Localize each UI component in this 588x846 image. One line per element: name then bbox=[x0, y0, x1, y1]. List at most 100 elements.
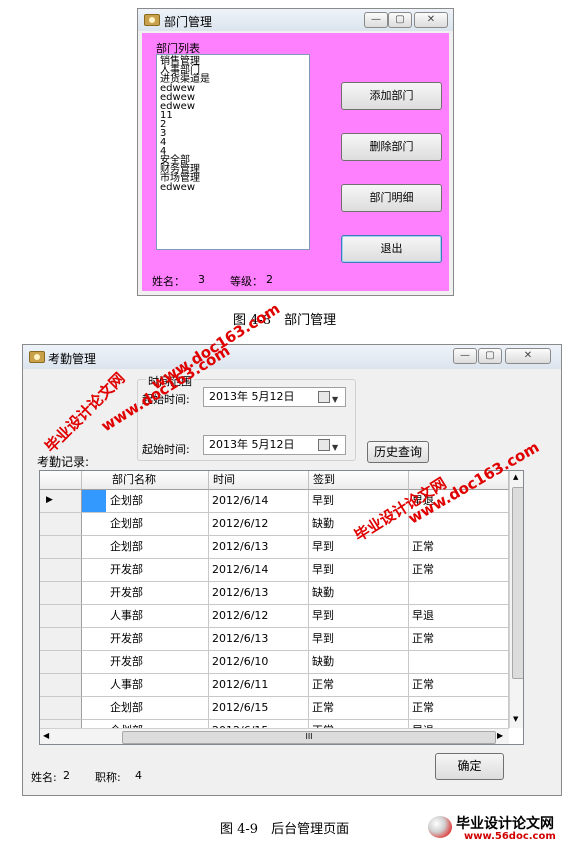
table-cell-checkout[interactable]: 正常 bbox=[409, 628, 509, 651]
table-cell-dept[interactable]: 企划部 bbox=[82, 513, 209, 536]
list-item[interactable]: 4 bbox=[160, 138, 306, 148]
footer-logo: 毕业设计论文网 www.56doc.com bbox=[424, 812, 584, 844]
minimize-button[interactable]: — bbox=[453, 348, 477, 364]
minimize-button[interactable]: — bbox=[364, 12, 388, 28]
close-button[interactable]: ✕ bbox=[414, 12, 448, 28]
ok-button[interactable]: 确定 bbox=[435, 753, 504, 780]
row-header[interactable] bbox=[40, 697, 82, 720]
scroll-left-arrow-icon[interactable]: ◀ bbox=[43, 731, 49, 740]
chevron-down-icon[interactable]: ▼ bbox=[332, 439, 338, 457]
column-header-time[interactable]: 时间 bbox=[209, 471, 309, 490]
dept-titlebar: 部门管理 — ▢ ✕ bbox=[138, 9, 453, 31]
h-scroll-grip: III bbox=[305, 732, 313, 741]
h-scroll-thumb[interactable]: III bbox=[122, 731, 496, 744]
row-header[interactable] bbox=[40, 605, 82, 628]
scroll-down-arrow-icon[interactable]: ▼ bbox=[513, 715, 518, 723]
table-cell-checkin[interactable]: 缺勤 bbox=[309, 582, 409, 605]
table-cell-dept[interactable]: 人事部 bbox=[82, 674, 209, 697]
table-cell-time[interactable]: 2012/6/13 bbox=[209, 536, 309, 559]
table-cell-checkin[interactable]: 缺勤 bbox=[309, 651, 409, 674]
table-cell-checkout[interactable] bbox=[409, 651, 509, 674]
row-header[interactable]: ▶ bbox=[40, 490, 82, 513]
scroll-up-arrow-icon[interactable]: ▲ bbox=[513, 473, 518, 481]
table-cell-checkin[interactable]: 正常 bbox=[309, 674, 409, 697]
row-header[interactable] bbox=[40, 559, 82, 582]
start-time-label-2: 起始时间: bbox=[142, 443, 190, 456]
current-row-arrow-icon: ▶ bbox=[46, 495, 53, 505]
table-cell-checkout[interactable]: 正常 bbox=[409, 536, 509, 559]
table-cell-checkin[interactable]: 早到 bbox=[309, 628, 409, 651]
table-cell-checkout[interactable]: 早退 bbox=[409, 605, 509, 628]
close-button[interactable]: ✕ bbox=[505, 348, 551, 364]
row-header[interactable] bbox=[40, 513, 82, 536]
dept-window: 部门管理 — ▢ ✕ 部门列表 销售管理 人事部门 进货渠道是 edwew ed… bbox=[137, 8, 454, 296]
table-cell-dept[interactable]: 开发部 bbox=[82, 582, 209, 605]
table-cell-time[interactable]: 2012/6/10 bbox=[209, 651, 309, 674]
list-item[interactable]: 11 bbox=[160, 111, 306, 121]
table-cell-dept[interactable]: 人事部 bbox=[82, 605, 209, 628]
table-cell-checkin[interactable]: 早到 bbox=[309, 605, 409, 628]
table-cell-dept[interactable]: 开发部 bbox=[82, 628, 209, 651]
table-cell-time[interactable]: 2012/6/12 bbox=[209, 605, 309, 628]
attendance-grid[interactable]: 部门名称 时间 签到 ▶ 企划部 2012/6/14 早到 早退 企划部 2012/6/12… bbox=[39, 470, 524, 745]
row-header-corner bbox=[40, 471, 82, 490]
level-label: 等级： bbox=[230, 275, 263, 288]
row-header[interactable] bbox=[40, 582, 82, 605]
table-cell-time[interactable]: 2012/6/15 bbox=[209, 697, 309, 720]
start-date-value-1: 2013年 5月12日 bbox=[209, 390, 295, 403]
scroll-right-arrow-icon[interactable]: ▶ bbox=[497, 731, 503, 740]
vertical-scrollbar[interactable]: ▲ ▼ bbox=[509, 471, 523, 728]
add-dept-button[interactable]: 添加部门 bbox=[341, 82, 442, 110]
attendance-titlebar: 考勤管理 — ▢ ✕ bbox=[23, 345, 561, 369]
horizontal-scrollbar[interactable]: ◀ III ▶ bbox=[40, 728, 509, 744]
row-header[interactable] bbox=[40, 674, 82, 697]
dept-detail-button[interactable]: 部门明细 bbox=[341, 184, 442, 212]
table-cell-dept[interactable]: 企划部 bbox=[82, 490, 209, 513]
table-cell-checkout[interactable]: 正常 bbox=[409, 559, 509, 582]
dept-listbox[interactable]: 销售管理 人事部门 进货渠道是 edwew edwew edwew 11 2 3… bbox=[156, 54, 310, 250]
history-query-button[interactable]: 历史查询 bbox=[367, 441, 429, 463]
table-cell-checkout[interactable]: 正常 bbox=[409, 697, 509, 720]
attendance-window-title: 考勤管理 bbox=[48, 352, 97, 366]
exit-button[interactable]: 退出 bbox=[341, 235, 442, 263]
start-date-picker-2[interactable]: 2013年 5月12日 ▼ bbox=[203, 435, 346, 455]
calendar-icon[interactable] bbox=[318, 391, 330, 403]
row-header[interactable] bbox=[40, 651, 82, 674]
table-cell-dept[interactable]: 开发部 bbox=[82, 651, 209, 674]
maximize-button[interactable]: ▢ bbox=[388, 12, 412, 28]
list-item[interactable]: 3 bbox=[160, 129, 306, 139]
table-cell-checkin[interactable]: 正常 bbox=[309, 697, 409, 720]
table-cell-time[interactable]: 2012/6/14 bbox=[209, 490, 309, 513]
table-cell-dept[interactable]: 企划部 bbox=[82, 536, 209, 559]
scroll-thumb[interactable] bbox=[512, 487, 523, 679]
delete-dept-button[interactable]: 删除部门 bbox=[341, 133, 442, 161]
column-header-checkin[interactable]: 签到 bbox=[309, 471, 409, 490]
table-cell-checkout[interactable]: 正常 bbox=[409, 674, 509, 697]
list-item[interactable]: edwew bbox=[160, 102, 306, 112]
table-cell-time[interactable]: 2012/6/13 bbox=[209, 582, 309, 605]
chevron-down-icon[interactable]: ▼ bbox=[332, 391, 338, 409]
table-cell-dept[interactable]: 企划部 bbox=[82, 697, 209, 720]
row-header[interactable] bbox=[40, 536, 82, 559]
attendance-window: 考勤管理 — ▢ ✕ 时间范围 起始时间: 2013年 5月12日 ▼ 起始时间… bbox=[22, 344, 562, 796]
table-cell-checkin[interactable]: 早到 bbox=[309, 559, 409, 582]
column-header-dept[interactable]: 部门名称 bbox=[82, 471, 209, 490]
list-item[interactable]: 2 bbox=[160, 120, 306, 130]
footer-logo-text: 毕业设计论文网 bbox=[456, 816, 554, 832]
figure-caption-4-9: 图 4-9 后台管理页面 bbox=[220, 822, 350, 837]
table-cell-checkout[interactable] bbox=[409, 582, 509, 605]
table-cell-time[interactable]: 2012/6/14 bbox=[209, 559, 309, 582]
name-label: 姓名: bbox=[31, 771, 57, 784]
table-cell-time[interactable]: 2012/6/13 bbox=[209, 628, 309, 651]
table-cell-dept[interactable]: 开发部 bbox=[82, 559, 209, 582]
footer-logo-url: www.56doc.com bbox=[464, 831, 556, 842]
start-date-value-2: 2013年 5月12日 bbox=[209, 438, 295, 451]
table-cell-time[interactable]: 2012/6/11 bbox=[209, 674, 309, 697]
maximize-button[interactable]: ▢ bbox=[478, 348, 502, 364]
list-item[interactable]: edwew bbox=[160, 183, 306, 193]
start-date-picker-1[interactable]: 2013年 5月12日 ▼ bbox=[203, 387, 346, 407]
row-header[interactable] bbox=[40, 628, 82, 651]
table-cell-time[interactable]: 2012/6/12 bbox=[209, 513, 309, 536]
dept-window-title: 部门管理 bbox=[164, 15, 213, 29]
calendar-icon[interactable] bbox=[318, 439, 330, 451]
